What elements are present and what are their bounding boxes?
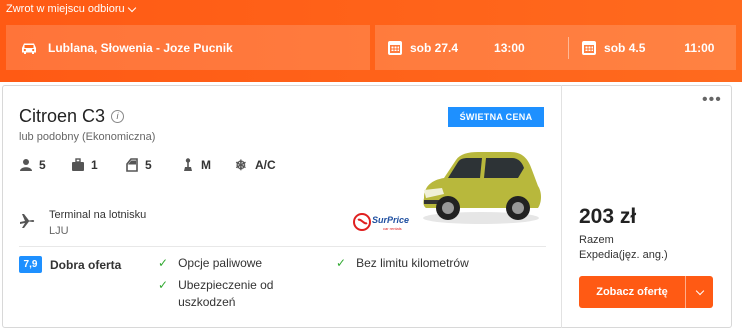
dates-field[interactable]: sob 27.4 13:00 sob 4.5 11:00 [375, 25, 736, 70]
pickup-location: Terminal na lotnisku LJU [19, 207, 146, 239]
calendar-icon [582, 40, 597, 55]
door-icon [126, 158, 138, 172]
view-offer-button[interactable]: Zobacz ofertę [579, 276, 713, 308]
search-header: Zwrot w miejscu odbioru Lublana, Słoweni… [0, 0, 742, 82]
chevron-down-icon [695, 286, 704, 295]
gearshift-icon [184, 158, 192, 171]
person-icon [20, 159, 32, 171]
perk-fuel: ✓ Opcje paliwowe [158, 256, 263, 270]
car-name: Citroen C3 [19, 106, 106, 126]
provider-name: Expedia(jęz. ang.) [579, 249, 668, 261]
perk-mileage: ✓ Bez limitu kilometrów [336, 256, 469, 270]
great-price-badge: ŚWIETNA CENA [448, 107, 544, 127]
return-location-dropdown[interactable]: Zwrot w miejscu odbioru [6, 3, 136, 15]
info-icon[interactable]: i [111, 110, 125, 123]
price: 203 zł [579, 205, 637, 228]
rating-label: Dobra oferta [50, 257, 122, 272]
location-field[interactable]: Lublana, Słowenia - Joze Pucnik [6, 25, 370, 70]
feature-seats: 5 [19, 158, 71, 172]
pickup-location-name: Terminal na lotnisku [49, 209, 147, 221]
pickup-time[interactable]: 13:00 [494, 41, 568, 55]
check-icon: ✓ [336, 256, 347, 270]
suitcase-icon [72, 158, 84, 171]
svg-text:SurPrice: SurPrice [372, 215, 409, 225]
dropoff-time[interactable]: 11:00 [684, 41, 714, 55]
divider [19, 246, 546, 247]
car-subtitle: lub podobny (Ekonomiczna) [19, 131, 156, 143]
price-details: Razem Expedia(jęz. ang.) [579, 233, 668, 263]
car-title: Citroen C3 i [19, 106, 125, 127]
chevron-down-icon [127, 3, 136, 12]
offer-dropdown-button[interactable] [685, 276, 713, 308]
car-image [423, 152, 541, 224]
pickup-date[interactable]: sob 27.4 [410, 41, 458, 55]
car-features: 5 1 5 M ❄ A/C [19, 158, 276, 172]
feature-doors: 5 [125, 158, 181, 172]
car-icon [22, 43, 36, 54]
perk-insurance: ✓ Ubezpieczenie od uszkodzeń [158, 278, 274, 309]
feature-ac: ❄ A/C [235, 157, 276, 173]
feature-transmission: M [181, 158, 235, 172]
divider [561, 85, 562, 328]
return-label: Zwrot w miejscu odbioru [6, 3, 125, 15]
divider [568, 36, 570, 59]
pickup-location-code: LJU [49, 225, 69, 237]
svg-text:car rentals: car rentals [383, 226, 402, 231]
view-offer-label: Zobacz ofertę [596, 286, 668, 298]
check-icon: ✓ [158, 278, 169, 292]
check-icon: ✓ [158, 256, 169, 270]
dropoff-date[interactable]: sob 4.5 [604, 41, 645, 55]
feature-bags: 1 [71, 158, 125, 172]
airplane-icon [20, 214, 35, 228]
more-options-icon[interactable]: ••• [702, 92, 722, 108]
rating: 7,9 Dobra oferta [19, 256, 121, 273]
supplier-logo: SurPrice car rentals [353, 213, 409, 231]
rating-score: 7,9 [19, 256, 42, 273]
price-total-label: Razem [579, 234, 614, 246]
location-text: Lublana, Słowenia - Joze Pucnik [48, 40, 233, 55]
calendar-icon [388, 40, 402, 55]
snowflake-icon: ❄ [235, 157, 247, 173]
